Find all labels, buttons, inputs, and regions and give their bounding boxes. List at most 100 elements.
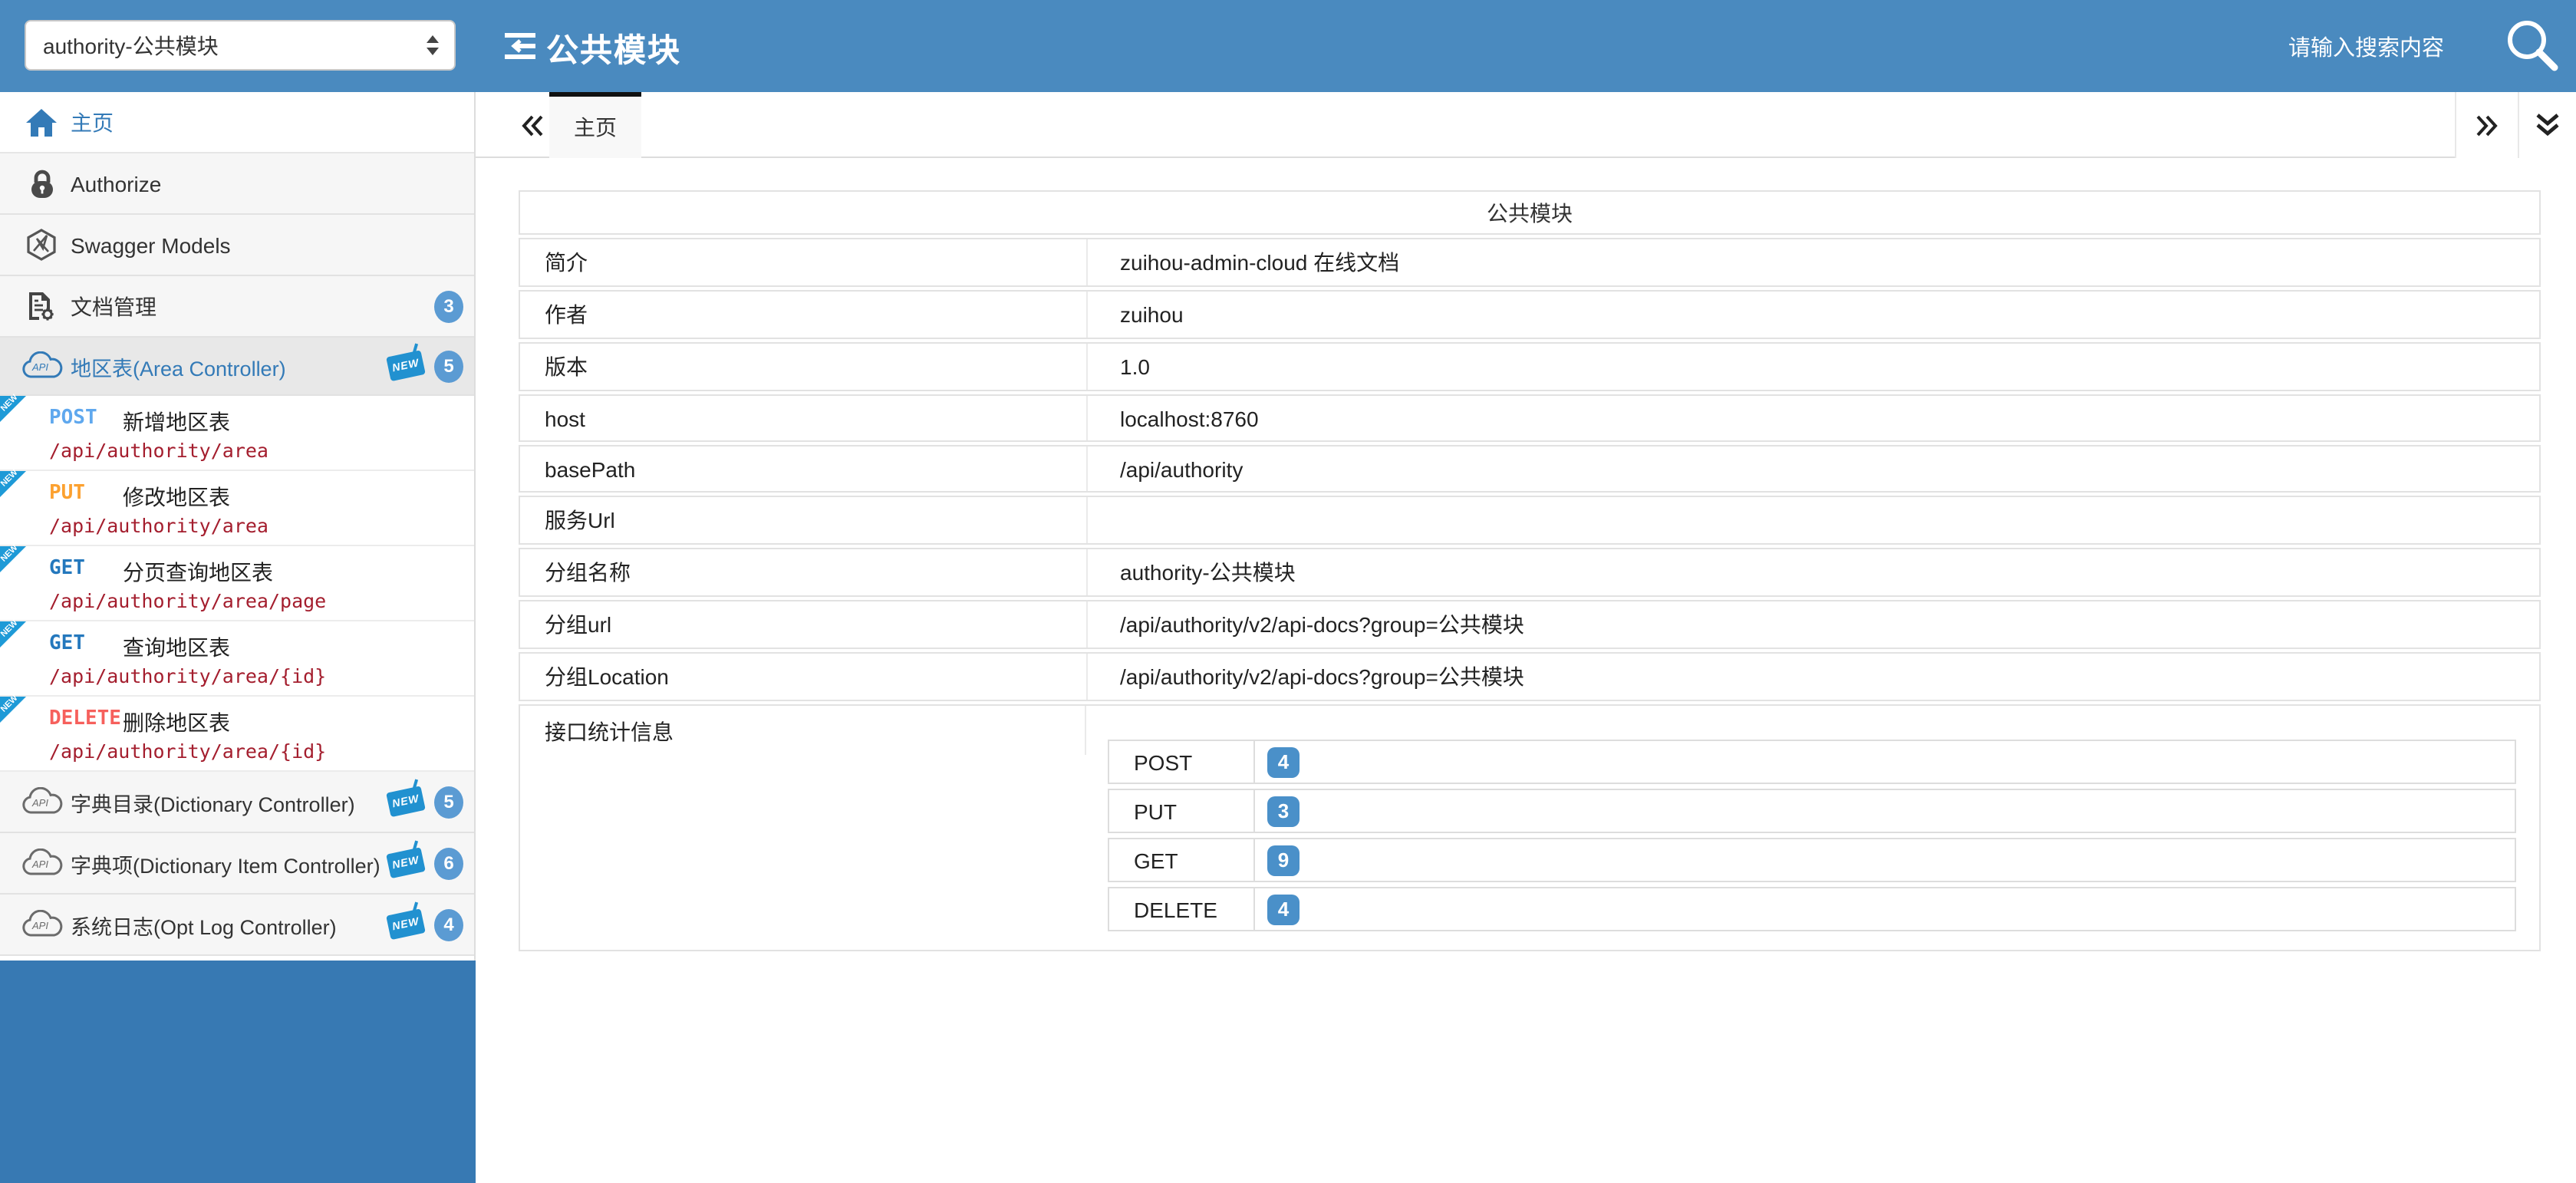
api-cloud-icon: API	[18, 351, 64, 381]
count-badge: 6	[434, 847, 463, 879]
tab-menu-button[interactable]	[2518, 92, 2576, 158]
api-path: /api/authority/area/{id}	[49, 740, 326, 763]
count-badge: 3	[434, 290, 463, 322]
svg-text:API: API	[31, 858, 48, 870]
sidebar: 主页 Authorize Swagger Models	[0, 92, 476, 1183]
new-ribbon-icon: NEW	[0, 396, 26, 422]
sidebar-filler	[0, 961, 476, 1183]
stat-count-badge: 9	[1267, 845, 1300, 875]
select-arrows-icon	[427, 35, 440, 56]
tab-home[interactable]: 主页	[549, 92, 641, 158]
table-row: 分组url /api/authority/v2/api-docs?group=公…	[519, 600, 2541, 649]
table-row: 服务Url	[519, 496, 2541, 545]
api-name: 分页查询地区表	[123, 557, 273, 588]
tab-scroll-right-button[interactable]	[2455, 92, 2518, 158]
stats-row: POST 4	[1108, 740, 2516, 784]
table-row: 简介 zuihou-admin-cloud 在线文档	[519, 238, 2541, 287]
new-ribbon-icon: NEW	[0, 697, 26, 723]
tab-label: 主页	[574, 112, 617, 143]
sidebar-item-label: Authorize	[71, 171, 161, 196]
new-badge: NEW	[386, 908, 426, 939]
table-row-stats: 接口统计信息 POST 4 PUT 3 GET 9	[519, 704, 2541, 951]
sidebar-item-label: Swagger Models	[71, 232, 231, 257]
api-cloud-icon: API	[18, 787, 64, 816]
stat-count-badge: 4	[1267, 746, 1300, 777]
app-logo-icon	[502, 29, 539, 63]
stats-row: DELETE 4	[1108, 887, 2516, 931]
api-name: 新增地区表	[123, 407, 230, 437]
search-input[interactable]: 请输入搜索内容	[2288, 31, 2444, 63]
api-name: 查询地区表	[123, 632, 230, 663]
doc-gear-icon	[18, 290, 64, 322]
api-path: /api/authority/area	[49, 514, 268, 537]
sidebar-item-label: 字典项(Dictionary Item Controller)	[71, 848, 380, 878]
sidebar-controller-dictionary-item[interactable]: API 字典项(Dictionary Item Controller) NEW …	[0, 833, 474, 895]
group-select[interactable]: authority-公共模块	[25, 20, 456, 71]
count-badge: 5	[434, 786, 463, 818]
top-header-bar: authority-公共模块 公共模块 请输入搜索内容	[0, 0, 2576, 92]
sidebar-controller-dictionary[interactable]: API 字典目录(Dictionary Controller) NEW 5	[0, 772, 474, 833]
api-item-add-area[interactable]: NEW POST 新增地区表 /api/authority/area	[0, 396, 474, 471]
api-item-update-area[interactable]: NEW PUT 修改地区表 /api/authority/area	[0, 471, 474, 546]
stat-count-badge: 4	[1267, 894, 1300, 924]
search-icon[interactable]	[2502, 15, 2564, 77]
table-row: 作者 zuihou	[519, 290, 2541, 339]
table-row: basePath /api/authority	[519, 445, 2541, 493]
new-ribbon-icon: NEW	[0, 471, 26, 497]
svg-text:API: API	[31, 920, 48, 931]
sidebar-item-home[interactable]: 主页	[0, 92, 474, 153]
chevrons-down-icon	[2535, 112, 2561, 138]
sidebar-controller-area[interactable]: API 地区表(Area Controller) NEW 5	[0, 338, 474, 396]
http-method: PUT	[49, 482, 85, 505]
http-method: GET	[49, 557, 85, 580]
sidebar-item-swagger-models[interactable]: Swagger Models	[0, 215, 474, 276]
sidebar-item-label: 系统日志(Opt Log Controller)	[71, 909, 337, 940]
stats-row: GET 9	[1108, 838, 2516, 882]
api-path: /api/authority/area/{id}	[49, 664, 326, 687]
chevrons-left-icon	[520, 113, 545, 137]
api-stats-table: POST 4 PUT 3 GET 9 DELETE	[1108, 740, 2516, 931]
api-item-delete-area[interactable]: NEW DELETE 删除地区表 /api/authority/area/{id…	[0, 697, 474, 772]
http-method: DELETE	[49, 707, 121, 730]
api-item-get-area[interactable]: NEW GET 查询地区表 /api/authority/area/{id}	[0, 621, 474, 697]
lock-icon	[18, 168, 64, 199]
app-root: authority-公共模块 公共模块 请输入搜索内容 主页	[0, 0, 2576, 1183]
sidebar-controller-opt-log[interactable]: API 系统日志(Opt Log Controller) NEW 4	[0, 895, 474, 956]
main-content: 主页 公共模块 简介 zuihou-admin-clou	[476, 92, 2576, 1183]
home-icon	[18, 108, 64, 136]
stats-row: PUT 3	[1108, 789, 2516, 833]
module-info-table: 公共模块 简介 zuihou-admin-cloud 在线文档 作者 zuiho…	[519, 190, 2541, 951]
api-name: 修改地区表	[123, 482, 230, 512]
api-path: /api/authority/area/page	[49, 589, 326, 612]
http-method: GET	[49, 632, 85, 655]
table-title: 公共模块	[519, 190, 2541, 235]
sidebar-item-label: 文档管理	[71, 291, 156, 321]
api-cloud-icon: API	[18, 849, 64, 878]
count-badge: 4	[434, 908, 463, 941]
sidebar-item-label: 主页	[71, 107, 114, 137]
sidebar-item-label: 地区表(Area Controller)	[71, 351, 286, 381]
sidebar-item-label: 字典目录(Dictionary Controller)	[71, 786, 355, 817]
new-badge: NEW	[386, 846, 426, 878]
api-path: /api/authority/area	[49, 439, 268, 462]
stat-count-badge: 3	[1267, 796, 1300, 826]
api-item-page-area[interactable]: NEW GET 分页查询地区表 /api/authority/area/page	[0, 546, 474, 621]
sidebar-item-doc-manage[interactable]: 文档管理 3	[0, 276, 474, 338]
new-badge: NEW	[386, 785, 426, 816]
svg-text:API: API	[31, 797, 48, 809]
swagger-models-icon	[18, 229, 64, 261]
page-title: 公共模块	[546, 26, 681, 72]
table-row: 版本 1.0	[519, 342, 2541, 391]
group-select-value: authority-公共模块	[43, 30, 414, 61]
new-badge: NEW	[386, 349, 426, 381]
chevrons-right-icon	[2475, 113, 2499, 137]
http-method: POST	[49, 407, 97, 430]
tab-bar: 主页	[476, 92, 2576, 158]
count-badge: 5	[434, 350, 463, 382]
api-name: 删除地区表	[123, 707, 230, 738]
table-row: 分组Location /api/authority/v2/api-docs?gr…	[519, 652, 2541, 701]
table-row: host localhost:8760	[519, 394, 2541, 442]
sidebar-item-authorize[interactable]: Authorize	[0, 153, 474, 215]
new-ribbon-icon: NEW	[0, 621, 26, 648]
api-cloud-icon: API	[18, 910, 64, 939]
